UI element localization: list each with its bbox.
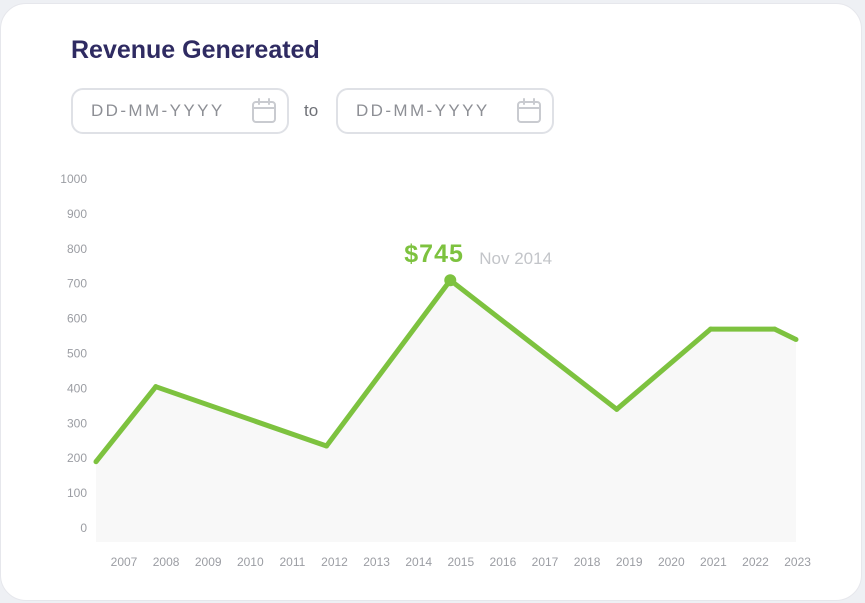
- peak-point-marker[interactable]: [444, 274, 457, 287]
- data-point: [614, 406, 620, 412]
- revenue-card: Revenue Genereated DD-MM-YYYY to DD-MM-Y…: [0, 3, 862, 601]
- x-tick-label: 2019: [616, 555, 643, 569]
- y-tick-label: 0: [80, 521, 87, 535]
- y-tick-label: 900: [67, 207, 87, 221]
- y-tick-label: 700: [67, 277, 87, 291]
- y-tick-label: 400: [67, 381, 87, 395]
- y-tick-label: 300: [67, 416, 87, 430]
- area-fill: [96, 280, 796, 542]
- x-tick-label: 2018: [574, 555, 601, 569]
- x-tick-label: 2009: [195, 555, 222, 569]
- y-tick-label: 500: [67, 347, 87, 361]
- data-point: [708, 326, 714, 332]
- x-tick-label: 2011: [279, 555, 305, 569]
- x-tick-label: 2008: [153, 555, 180, 569]
- x-tick-label: 2022: [742, 555, 769, 569]
- peak-date-label: Nov 2014: [479, 249, 552, 268]
- revenue-line-chart: 01002003004005006007008009001000 2007 200…: [60, 172, 812, 569]
- x-tick-label: 2015: [447, 555, 474, 569]
- x-tick-label: 2007: [111, 555, 138, 569]
- y-tick-label: 1000: [60, 172, 87, 186]
- data-point: [793, 337, 799, 343]
- y-tick-label: 200: [67, 451, 87, 465]
- x-tick-label: 2021: [700, 555, 727, 569]
- x-tick-label: 2010: [237, 555, 264, 569]
- x-tick-label: 2013: [363, 555, 390, 569]
- data-point: [323, 443, 329, 449]
- y-axis-ticks: 0 100 200 300 400 500 600 700 800 900 1000: [60, 172, 87, 535]
- data-point: [153, 384, 159, 390]
- x-tick-label: 2014: [405, 555, 432, 569]
- x-tick-label: 2023: [784, 555, 811, 569]
- x-tick-label: 2016: [490, 555, 517, 569]
- data-point: [93, 459, 99, 465]
- y-tick-label: 600: [67, 312, 87, 326]
- y-tick-label: 100: [67, 486, 87, 500]
- x-tick-label: 2017: [532, 555, 559, 569]
- x-axis-ticks: 2007 2008 2009 2010 2011 2012 2013 2014 2015 2016…: [111, 555, 812, 569]
- y-tick-label: 800: [67, 242, 87, 256]
- x-tick-label: 2012: [321, 555, 348, 569]
- x-tick-label: 2020: [658, 555, 685, 569]
- peak-value-label: $745: [404, 240, 464, 268]
- data-point: [772, 326, 778, 332]
